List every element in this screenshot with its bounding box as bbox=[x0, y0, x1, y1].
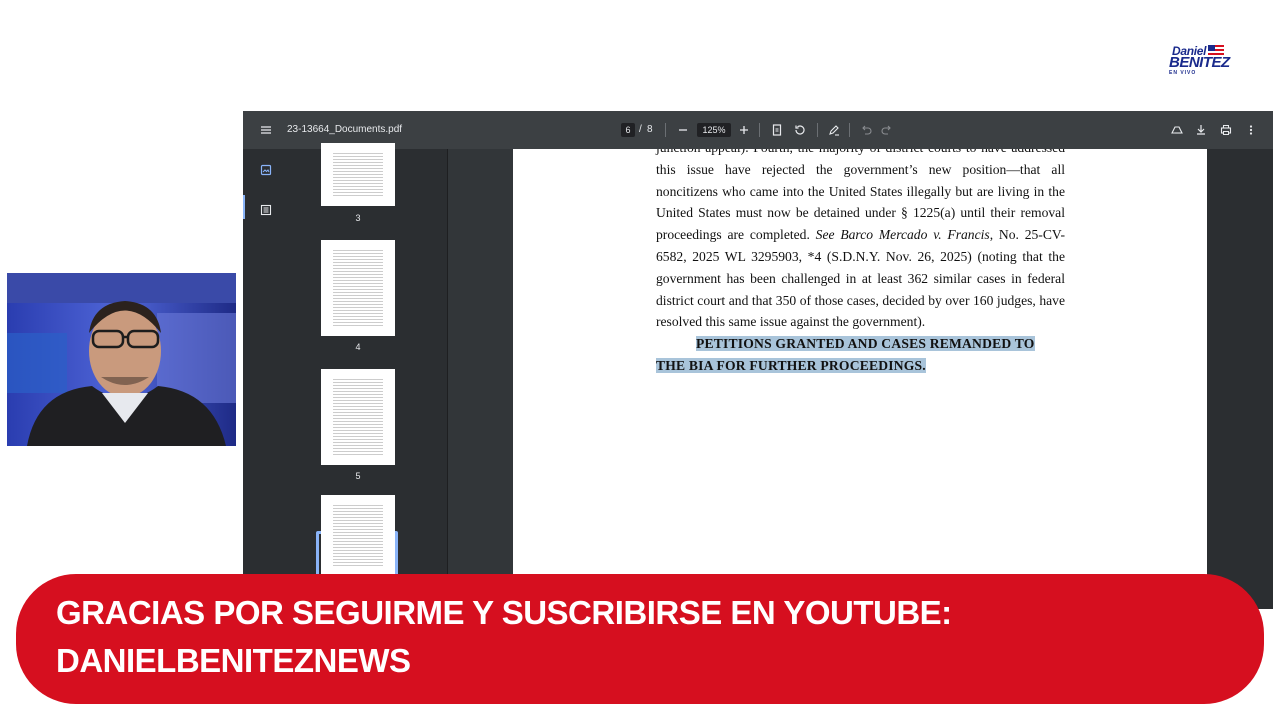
print-icon[interactable] bbox=[1219, 123, 1233, 137]
toolbar-divider bbox=[759, 123, 760, 137]
rotate-icon[interactable] bbox=[793, 123, 807, 137]
banner-line1: GRACIAS POR SEGUIRME Y SUSCRIBIRSE EN YO… bbox=[56, 594, 952, 631]
page-thumbnail[interactable] bbox=[321, 143, 395, 206]
zoom-level[interactable]: 125% bbox=[697, 123, 731, 137]
toolbar-divider bbox=[665, 123, 666, 137]
page-gutter bbox=[1207, 149, 1273, 609]
webcam-feed bbox=[7, 273, 236, 446]
thumbnail-label: 5 bbox=[355, 471, 361, 481]
page-thumbnail[interactable] bbox=[321, 240, 395, 336]
annotate-icon[interactable] bbox=[827, 123, 841, 137]
brand-logo: Daniel BENITEZ EN VIVO bbox=[1166, 44, 1230, 78]
outline-icon[interactable] bbox=[259, 203, 273, 217]
sidebar-divider bbox=[447, 149, 448, 609]
minus-icon[interactable] bbox=[676, 123, 690, 137]
page-text: junction appeal). Fourth, the majority o… bbox=[656, 149, 1065, 377]
redo-icon[interactable] bbox=[880, 123, 894, 137]
banner-line2: DANIELBENITEZNEWS bbox=[56, 642, 411, 679]
subscribe-banner: GRACIAS POR SEGUIRME Y SUSCRIBIRSE EN YO… bbox=[16, 574, 1264, 704]
conclusion-block: PETITIONS GRANTED AND CASES REMANDED TO … bbox=[656, 333, 1065, 377]
thumbnail-label: 4 bbox=[355, 342, 361, 352]
page-separator: / bbox=[639, 124, 642, 135]
pdf-toolbar: 23-13664_Documents.pdf 6 / 8 125% bbox=[243, 111, 1273, 149]
pdf-viewer: 23-13664_Documents.pdf 6 / 8 125% 3 4 5 … bbox=[243, 111, 1273, 609]
thumbnail-label: 3 bbox=[355, 213, 361, 223]
undo-icon[interactable] bbox=[859, 123, 873, 137]
toolbar-divider bbox=[849, 123, 850, 137]
page-thumbnail-selected[interactable] bbox=[321, 495, 395, 575]
drive-icon[interactable] bbox=[1170, 123, 1184, 137]
sidebar-active-indicator bbox=[243, 195, 245, 219]
plus-icon[interactable] bbox=[737, 123, 751, 137]
brand-logo-line3: EN VIVO bbox=[1169, 70, 1197, 76]
fit-page-icon[interactable] bbox=[770, 123, 784, 137]
menu-icon[interactable] bbox=[259, 123, 273, 137]
more-icon[interactable] bbox=[1244, 123, 1258, 137]
total-pages: 8 bbox=[647, 124, 653, 135]
thumbnail-sidebar: 3 4 5 bbox=[243, 143, 448, 609]
highlighted-conclusion[interactable]: PETITIONS GRANTED AND CASES REMANDED TO … bbox=[656, 336, 1035, 373]
brand-logo-line2: BENITEZ bbox=[1169, 54, 1230, 71]
paragraph-text: , No. 25-CV-6582, 2025 WL 3295903, *4 (S… bbox=[656, 227, 1065, 330]
page-number-input[interactable]: 6 bbox=[621, 123, 635, 137]
case-citation: See Barco Mercado v. Francis bbox=[815, 227, 990, 243]
pdf-page: junction appeal). Fourth, the majority o… bbox=[513, 149, 1207, 609]
thumbnails-icon[interactable] bbox=[259, 163, 273, 177]
download-icon[interactable] bbox=[1194, 123, 1208, 137]
page-thumbnail[interactable] bbox=[321, 369, 395, 465]
toolbar-divider bbox=[817, 123, 818, 137]
presenter-video bbox=[7, 273, 236, 446]
body-paragraph: junction appeal). Fourth, the majority o… bbox=[656, 149, 1065, 333]
